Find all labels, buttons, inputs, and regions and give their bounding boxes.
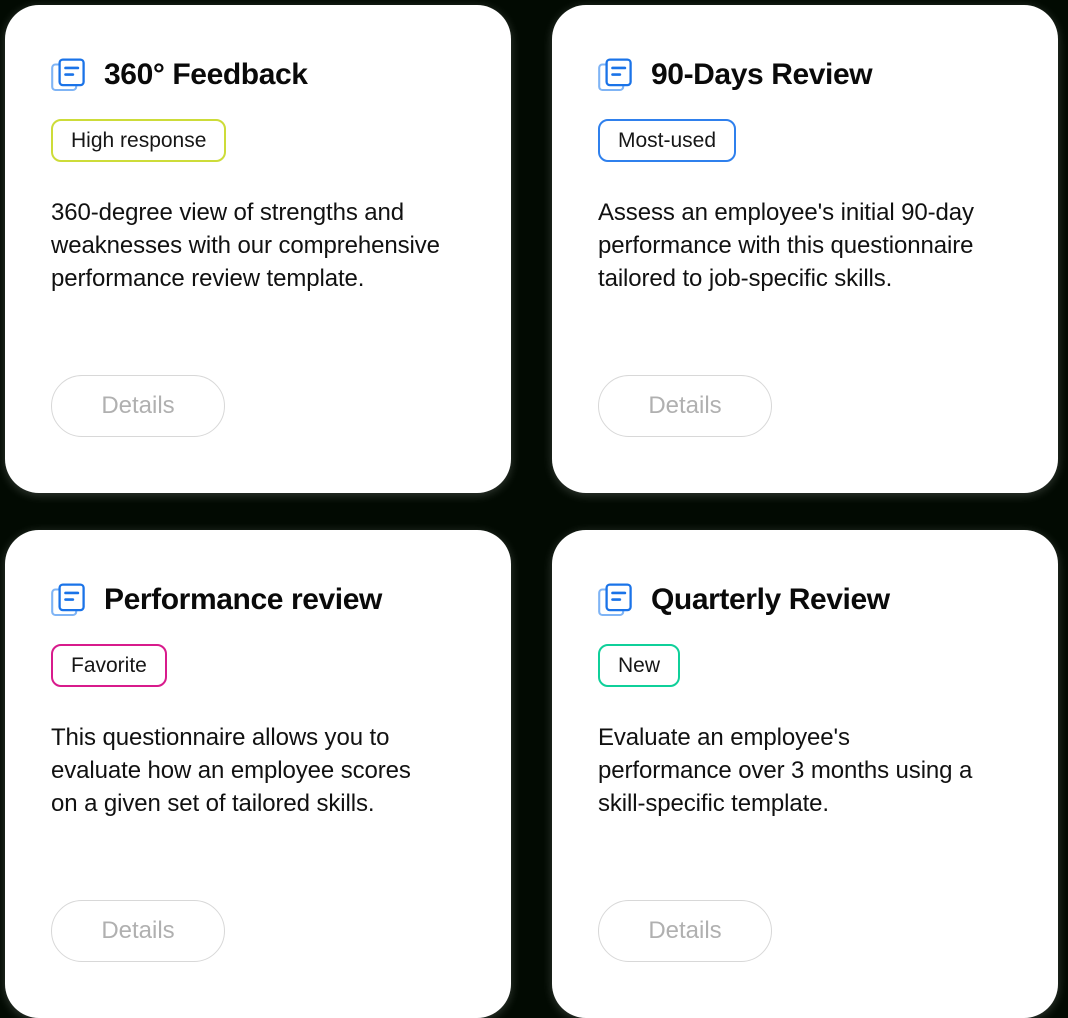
template-card[interactable]: 90-Days Review Most-used Assess an emplo… bbox=[552, 5, 1058, 493]
card-description: Assess an employee's initial 90-day perf… bbox=[598, 199, 974, 292]
card-title: 90-Days Review bbox=[651, 57, 873, 91]
card-header: Quarterly Review bbox=[598, 576, 1012, 622]
template-card-grid: 360° Feedback High response 360-degree v… bbox=[0, 0, 1068, 1018]
card-header: 360° Feedback bbox=[51, 51, 465, 97]
status-badge: New bbox=[598, 644, 681, 687]
card-description: Evaluate an employee's performance over … bbox=[598, 724, 973, 817]
details-button[interactable]: Details bbox=[51, 375, 225, 437]
badge-row: Most-used bbox=[598, 119, 1012, 162]
details-button[interactable]: Details bbox=[598, 375, 772, 437]
template-card[interactable]: Quarterly Review New Evaluate an employe… bbox=[552, 530, 1058, 1018]
card-description: 360-degree view of strengths and weaknes… bbox=[51, 199, 440, 292]
card-title: Quarterly Review bbox=[651, 582, 890, 616]
document-list-icon bbox=[51, 58, 85, 92]
template-card[interactable]: 360° Feedback High response 360-degree v… bbox=[5, 5, 511, 493]
badge-row: Favorite bbox=[51, 644, 465, 687]
card-header: 90-Days Review bbox=[598, 51, 1012, 97]
template-card[interactable]: Performance review Favorite This questio… bbox=[5, 530, 511, 1018]
document-list-icon bbox=[51, 583, 85, 617]
details-button[interactable]: Details bbox=[51, 900, 225, 962]
card-title: 360° Feedback bbox=[104, 57, 308, 91]
card-header: Performance review bbox=[51, 576, 465, 622]
status-badge: High response bbox=[51, 119, 227, 162]
status-badge: Favorite bbox=[51, 644, 167, 687]
card-description: This questionnaire allows you to evaluat… bbox=[51, 724, 411, 817]
details-button[interactable]: Details bbox=[598, 900, 772, 962]
card-title: Performance review bbox=[104, 582, 382, 616]
badge-row: High response bbox=[51, 119, 465, 162]
document-list-icon bbox=[598, 583, 632, 617]
status-badge: Most-used bbox=[598, 119, 737, 162]
document-list-icon bbox=[598, 58, 632, 92]
badge-row: New bbox=[598, 644, 1012, 687]
